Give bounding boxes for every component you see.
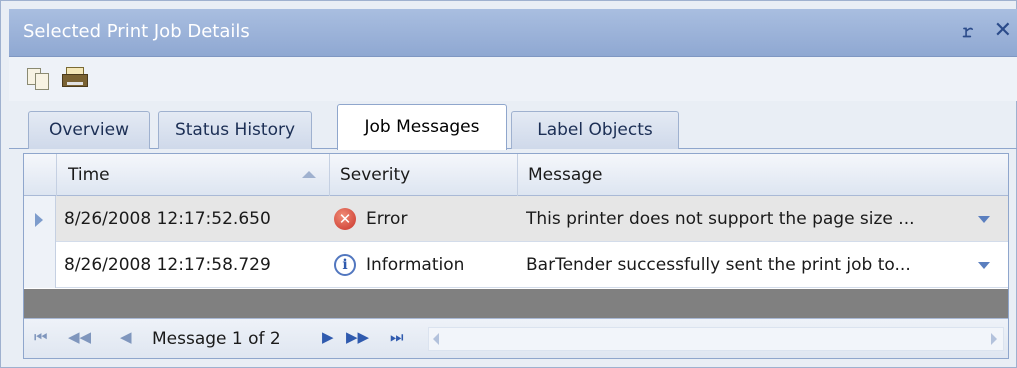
grid-empty-area [24,289,1008,318]
time-cell: 8/26/2008 12:17:58.729 [64,255,271,275]
scroll-left-icon[interactable] [433,333,439,345]
chevron-down-icon[interactable] [978,216,990,223]
tab-status-history[interactable]: Status History [158,111,312,149]
grid-header: Time Severity Message [24,154,1008,196]
copy-button[interactable] [25,65,53,93]
info-icon: i [334,254,356,276]
record-navigator: ⏮ ◀◀ ◀ Message 1 of 2 ▶ ▶▶ ⏭ [24,318,1008,358]
pin-icon[interactable]: 𝚛 [961,21,974,42]
error-icon: ✕ [334,208,356,230]
table-row[interactable]: 8/26/2008 12:17:52.650 ✕ Error This prin… [24,196,1008,242]
chevron-down-icon[interactable] [978,262,990,269]
print-button[interactable] [61,65,89,93]
previous-record-icon[interactable]: ◀ [120,328,132,346]
current-row-icon [35,213,43,227]
previous-page-icon[interactable]: ◀◀ [68,328,91,346]
message-cell: This printer does not support the page s… [526,209,915,229]
row-selector[interactable] [24,242,56,288]
time-cell: 8/26/2008 12:17:52.650 [64,209,271,229]
first-record-icon[interactable]: ⏮ [34,328,48,346]
message-cell: BarTender successfully sent the print jo… [526,255,911,275]
sort-ascending-icon [302,171,316,178]
record-position: Message 1 of 2 [152,329,281,349]
tab-label-objects[interactable]: Label Objects [511,111,679,149]
window-title: Selected Print Job Details [23,21,250,42]
next-page-icon[interactable]: ▶▶ [346,328,369,346]
column-header-time[interactable]: Time [68,154,318,196]
severity-cell: Error [366,209,408,229]
severity-cell: Information [366,255,465,275]
messages-grid: Time Severity Message 8/26/2008 12:17:52… [23,153,1009,359]
print-job-details-panel: Selected Print Job Details 𝚛 ✕ Overview … [0,0,1017,368]
column-header-message[interactable]: Message [528,154,968,196]
scroll-right-icon[interactable] [991,333,997,345]
tab-overview[interactable]: Overview [28,111,150,149]
row-selector[interactable] [24,196,56,242]
horizontal-scrollbar[interactable] [428,327,1004,351]
toolbar [9,57,1017,101]
column-header-severity[interactable]: Severity [340,154,510,196]
tab-strip: Overview Status History Job Messages Lab… [9,101,1017,150]
close-icon[interactable]: ✕ [994,18,1012,43]
tab-job-messages[interactable]: Job Messages [337,104,507,150]
title-bar: Selected Print Job Details 𝚛 ✕ [9,9,1017,57]
last-record-icon[interactable]: ⏭ [390,328,404,346]
table-row[interactable]: 8/26/2008 12:17:58.729 i Information Bar… [24,242,1008,288]
next-record-icon[interactable]: ▶ [322,328,334,346]
